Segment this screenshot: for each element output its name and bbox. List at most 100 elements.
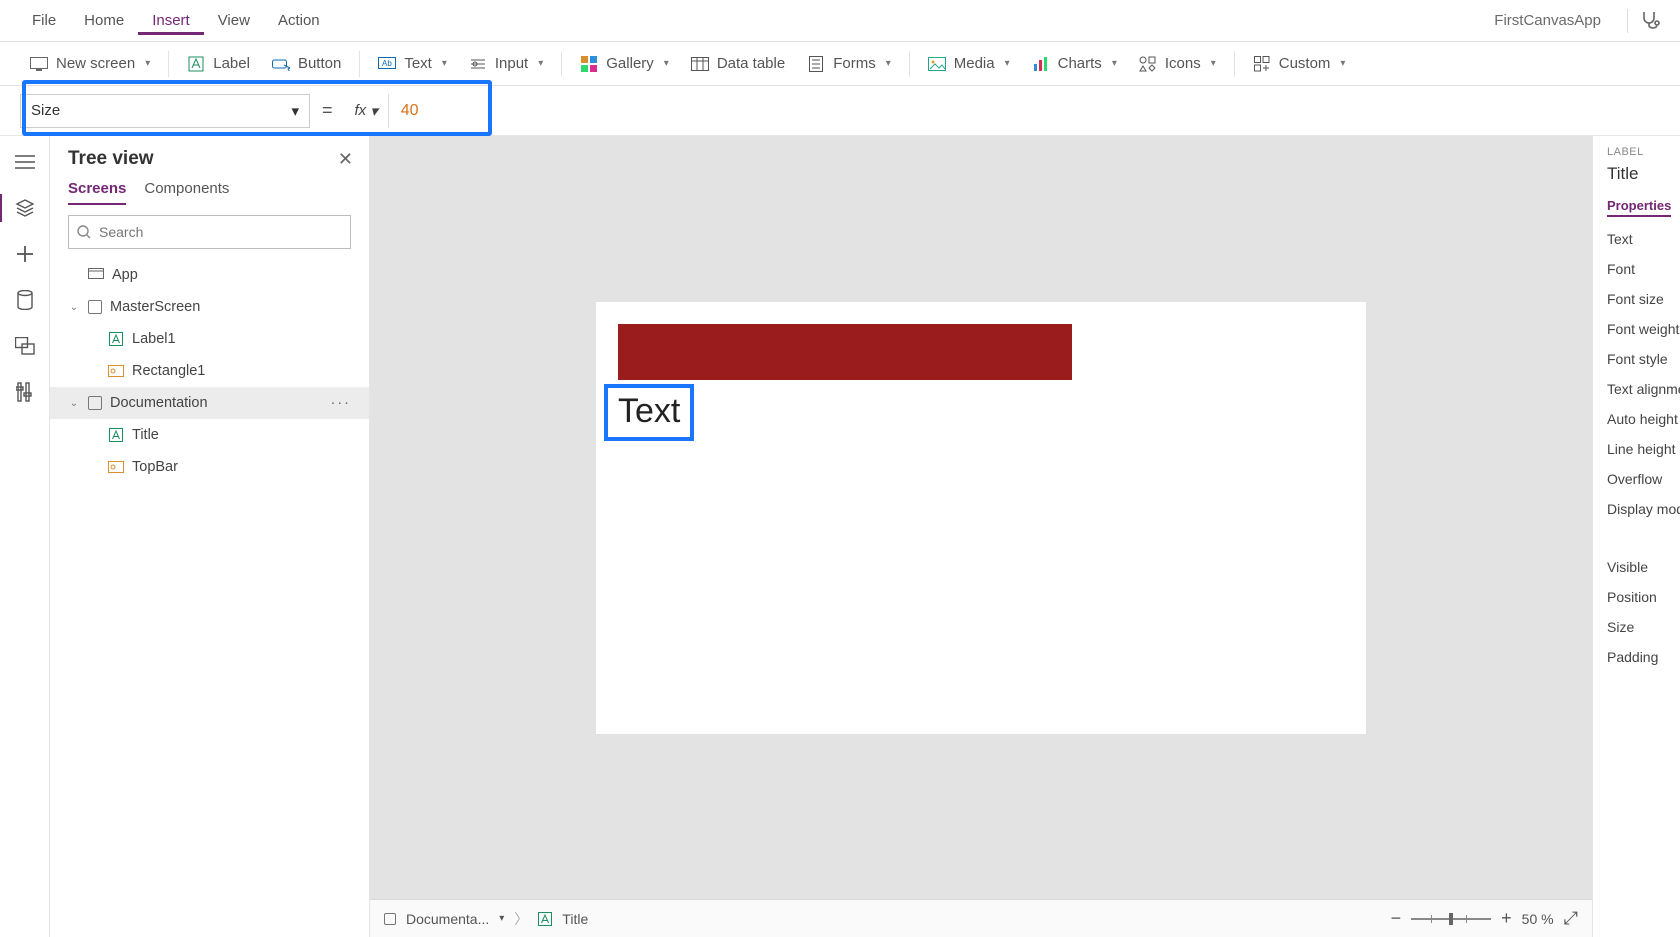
tab-components[interactable]: Components [144,180,229,205]
forms-dropdown[interactable]: Forms ▾ [797,51,901,77]
topbar-rectangle[interactable] [618,324,1072,380]
prop-font-weight[interactable]: Font weight [1607,321,1680,337]
label-control-icon [538,912,552,926]
tab-screens[interactable]: Screens [68,180,126,205]
data-icon[interactable] [13,288,37,312]
fx-button[interactable]: fx ▾ [345,94,389,128]
caret-down-icon[interactable]: ⌄ [68,302,80,313]
node-topbar[interactable]: TopBar [50,451,369,483]
prop-font-style[interactable]: Font style [1607,351,1680,367]
crumb-control[interactable]: Title [562,911,588,927]
zoom-out-button[interactable]: − [1391,908,1402,929]
rectangle-control-icon [108,363,124,379]
node-title[interactable]: Title [50,419,369,451]
button-icon [272,55,290,73]
hamburger-icon[interactable] [13,150,37,174]
menu-action[interactable]: Action [264,6,334,35]
input-dropdown[interactable]: Input ▾ [459,51,553,77]
gallery-btn-text: Gallery [606,55,654,72]
screen-checkbox-icon [88,300,102,314]
add-icon[interactable] [13,242,37,266]
custom-dropdown[interactable]: Custom ▾ [1243,51,1356,77]
forms-btn-text: Forms [833,55,876,72]
zoom-in-button[interactable]: + [1501,908,1512,929]
health-icon[interactable] [1638,9,1662,33]
chevron-down-icon: ▾ [1211,58,1216,69]
charts-dropdown[interactable]: Charts ▾ [1022,51,1127,77]
prop-display-mode[interactable]: Display mod [1607,501,1680,517]
title-label-text: Text [618,392,680,430]
chevron-down-icon: ▾ [538,58,543,69]
node-label1-label: Label1 [132,331,176,347]
rectangle-control-icon [108,459,124,475]
slider-thumb[interactable] [1449,913,1453,925]
chevron-down-icon[interactable]: ▾ [499,913,504,924]
svg-text:Ab: Ab [382,59,392,68]
prop-font[interactable]: Font [1607,261,1680,277]
label-button[interactable]: Label [177,51,260,77]
icons-icon [1139,55,1157,73]
tree-search-field[interactable] [99,224,342,240]
node-label1[interactable]: Label1 [50,323,369,355]
prop-text[interactable]: Text [1607,231,1680,247]
menu-home[interactable]: Home [70,6,138,35]
node-more-button[interactable]: ··· [331,395,360,411]
node-documentation-label: Documentation [110,395,208,411]
tree-search-input[interactable] [68,215,351,249]
canvas-viewport[interactable]: Text [370,136,1592,899]
prop-line-height[interactable]: Line height [1607,441,1680,457]
node-topbar-label: TopBar [132,459,178,475]
caret-down-icon[interactable]: ⌄ [68,398,80,409]
prop-visible[interactable]: Visible [1607,559,1680,575]
media-icon [928,55,946,73]
prop-position[interactable]: Position [1607,589,1680,605]
media-btn-text: Media [954,55,995,72]
node-app-label: App [112,267,138,283]
node-app[interactable]: App [50,259,369,291]
screen-canvas[interactable]: Text [596,302,1366,734]
data-table-btn-text: Data table [717,55,785,72]
charts-icon [1032,55,1050,73]
button-button[interactable]: Button [262,51,351,77]
gallery-dropdown[interactable]: Gallery ▾ [570,51,679,77]
chevron-down-icon: ▾ [291,102,299,120]
menu-file[interactable]: File [18,6,70,35]
title-label-selected[interactable]: Text [604,384,694,441]
crumb-screen[interactable]: Documenta... [406,911,489,927]
menu-view[interactable]: View [204,6,264,35]
menu-insert[interactable]: Insert [138,6,204,35]
data-table-icon [691,55,709,73]
text-dropdown[interactable]: Ab Text ▾ [368,51,457,77]
screen-checkbox-icon [88,396,102,410]
zoom-label: 50 % [1522,911,1554,927]
tab-properties[interactable]: Properties [1607,198,1671,217]
property-selector-value: Size [31,102,60,119]
icons-dropdown[interactable]: Icons ▾ [1129,51,1226,77]
tree-view-icon[interactable] [13,196,37,220]
data-table-button[interactable]: Data table [681,51,795,77]
node-documentation[interactable]: ⌄ Documentation ··· [50,387,369,419]
zoom-slider[interactable] [1411,918,1491,920]
expand-icon[interactable]: ⤢ [1564,908,1578,929]
insert-ribbon: New screen ▾ Label Button Ab Text ▾ Inpu… [0,42,1680,86]
media-rail-icon[interactable] [13,334,37,358]
prop-padding[interactable]: Padding [1607,649,1680,665]
node-masterscreen[interactable]: ⌄ MasterScreen [50,291,369,323]
close-panel-button[interactable]: ✕ [338,149,353,170]
tools-icon[interactable] [13,380,37,404]
node-rectangle1[interactable]: Rectangle1 [50,355,369,387]
formula-input[interactable] [389,94,589,128]
prop-font-size[interactable]: Font size [1607,291,1680,307]
prop-size[interactable]: Size [1607,619,1680,635]
formula-bar: Size ▾ = fx ▾ [0,86,1680,136]
chevron-down-icon: ▾ [145,58,150,69]
label-control-icon [108,331,124,347]
new-screen-button[interactable]: New screen ▾ [20,51,160,77]
screen-checkbox-icon [384,913,396,925]
prop-overflow[interactable]: Overflow [1607,471,1680,487]
media-dropdown[interactable]: Media ▾ [918,51,1020,77]
prop-auto-height[interactable]: Auto height [1607,411,1680,427]
prop-text-alignment[interactable]: Text alignme [1607,381,1680,397]
property-selector[interactable]: Size ▾ [20,94,310,128]
chevron-down-icon: ▾ [442,58,447,69]
